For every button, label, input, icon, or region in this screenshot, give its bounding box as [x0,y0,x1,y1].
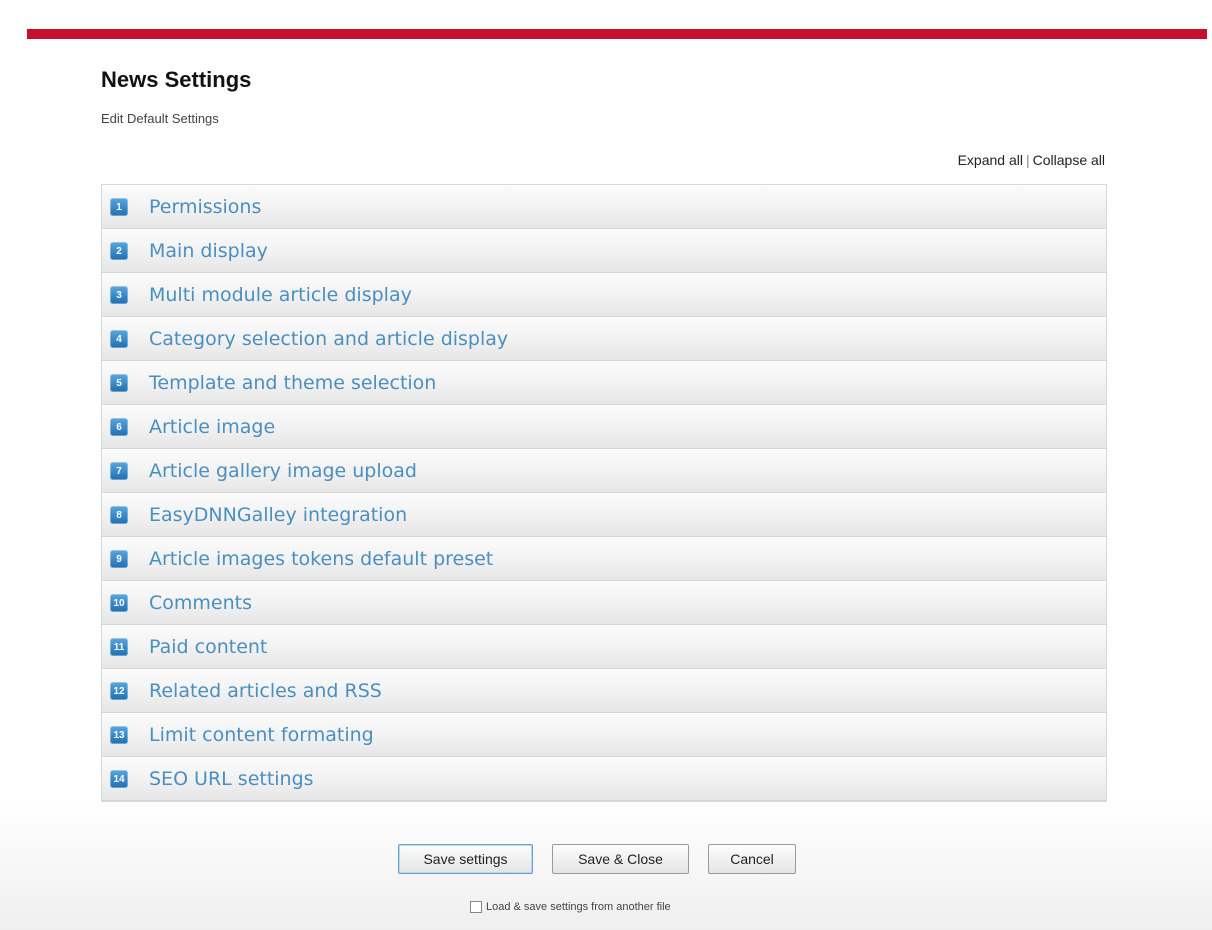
section-related-rss[interactable]: 12 Related articles and RSS [102,669,1106,713]
settings-accordion: 1 Permissions 2 Main display 3 Multi mod… [101,184,1107,802]
page-subtitle: Edit Default Settings [101,111,219,126]
section-label: Main display [149,240,268,262]
file-option: Load & save settings from another file [470,901,671,913]
number-badge-icon: 4 [110,330,128,348]
number-badge-icon: 13 [110,726,128,744]
number-badge-icon: 7 [110,462,128,480]
section-main-display[interactable]: 2 Main display [102,229,1106,273]
section-label: Category selection and article display [149,328,509,350]
number-badge-icon: 11 [110,638,128,656]
section-label: Limit content formating [149,724,374,746]
load-save-file-checkbox[interactable] [470,901,482,913]
number-badge-icon: 6 [110,418,128,436]
section-label: Paid content [149,636,268,658]
number-badge-icon: 8 [110,506,128,524]
section-label: SEO URL settings [149,768,314,790]
section-category-selection[interactable]: 4 Category selection and article display [102,317,1106,361]
section-easydnn-gallery[interactable]: 8 EasyDNNGalley integration [102,493,1106,537]
section-limit-formatting[interactable]: 13 Limit content formating [102,713,1106,757]
number-badge-icon: 12 [110,682,128,700]
number-badge-icon: 10 [110,594,128,612]
number-badge-icon: 1 [110,198,128,216]
section-multi-module-article-display[interactable]: 3 Multi module article display [102,273,1106,317]
expand-collapse-links: Expand all | Collapse all [958,152,1105,168]
section-paid-content[interactable]: 11 Paid content [102,625,1106,669]
section-gallery-image-upload[interactable]: 7 Article gallery image upload [102,449,1106,493]
section-label: Article images tokens default preset [149,548,494,570]
collapse-all-link[interactable]: Collapse all [1033,152,1105,168]
link-separator: | [1025,152,1030,168]
section-image-tokens[interactable]: 9 Article images tokens default preset [102,537,1106,581]
section-template-theme[interactable]: 5 Template and theme selection [102,361,1106,405]
page-title: News Settings [101,67,252,92]
section-label: Multi module article display [149,284,412,306]
section-seo-url[interactable]: 14 SEO URL settings [102,757,1106,801]
load-save-file-label: Load & save settings from another file [486,901,671,913]
section-label: Article image [149,416,276,438]
number-badge-icon: 2 [110,242,128,260]
cancel-button[interactable]: Cancel [708,844,796,874]
section-label: Related articles and RSS [149,680,382,702]
section-label: Template and theme selection [149,372,437,394]
section-label: Comments [149,592,252,614]
section-label: Permissions [149,196,262,218]
save-close-button[interactable]: Save & Close [552,844,689,874]
number-badge-icon: 9 [110,550,128,568]
section-label: EasyDNNGalley integration [149,504,408,526]
section-permissions[interactable]: 1 Permissions [102,185,1106,229]
expand-all-link[interactable]: Expand all [958,152,1023,168]
number-badge-icon: 5 [110,374,128,392]
number-badge-icon: 3 [110,286,128,304]
section-comments[interactable]: 10 Comments [102,581,1106,625]
top-accent-bar [27,29,1207,39]
section-article-image[interactable]: 6 Article image [102,405,1106,449]
number-badge-icon: 14 [110,770,128,788]
save-settings-button[interactable]: Save settings [398,844,533,874]
section-label: Article gallery image upload [149,460,417,482]
